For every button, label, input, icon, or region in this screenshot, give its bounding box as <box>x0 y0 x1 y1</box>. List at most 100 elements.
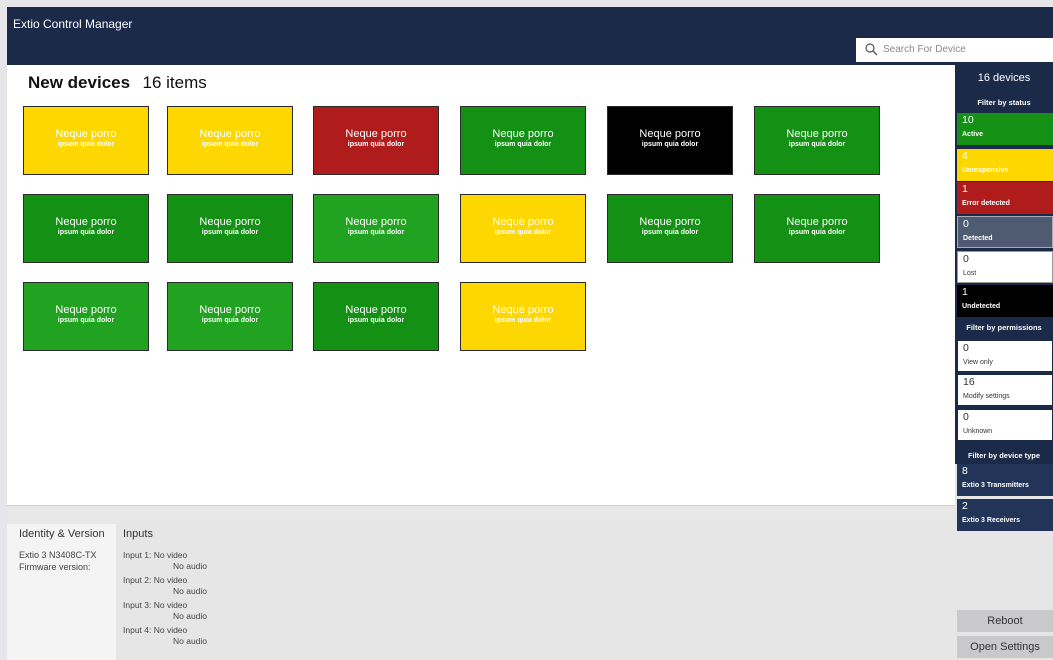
filter-label: Unresponsive <box>962 167 1009 174</box>
device-tile[interactable]: Neque porro ipsum quia dolor <box>23 194 149 263</box>
input-video-status: Input 3: No video <box>123 600 188 610</box>
filter-receivers[interactable]: 2 Extio 3 Receivers <box>957 499 1053 531</box>
filter-detected[interactable]: 0 Detected <box>957 216 1053 248</box>
input-audio-status: No audio <box>173 636 208 646</box>
device-tile[interactable]: Neque porro ipsum quia dolor <box>460 194 586 263</box>
permissions-filter-title: Filter by permissions <box>966 323 1042 332</box>
filter-label: Modify settings <box>963 393 1010 400</box>
filter-label: Detected <box>963 235 993 242</box>
filter-count: 0 <box>963 253 969 265</box>
device-desc: ipsum quia dolor <box>494 141 552 148</box>
device-tile[interactable]: Neque porro ipsum quia dolor <box>607 106 733 175</box>
search-box[interactable] <box>856 38 1053 62</box>
filter-label: Unknown <box>963 428 993 435</box>
device-tile[interactable]: Neque porro ipsum quia dolor <box>167 194 293 263</box>
device-name: Neque porro <box>639 216 701 228</box>
device-name: Neque porro <box>199 128 261 140</box>
filter-count: 0 <box>963 218 969 230</box>
device-name: Neque porro <box>345 216 407 228</box>
device-name: Neque porro <box>492 304 554 316</box>
filter-lost[interactable]: 0 Lost <box>957 251 1053 283</box>
input-audio-status: No audio <box>173 586 208 596</box>
input-video-status: Input 2: No video <box>123 575 188 585</box>
filter-label: Extio 3 Transmitters <box>962 482 1029 489</box>
reboot-button[interactable]: Reboot <box>957 610 1053 632</box>
device-tile[interactable]: Neque porro ipsum quia dolor <box>23 106 149 175</box>
device-details-panel: Identity & Version Extio 3 N3408C-TX Fir… <box>7 524 955 660</box>
input-video-status: Input 1: No video <box>123 550 188 560</box>
device-desc: ipsum quia dolor <box>788 229 846 236</box>
device-tile[interactable]: Neque porro ipsum quia dolor <box>23 282 149 351</box>
filter-count: 0 <box>963 342 969 354</box>
filter-count: 0 <box>963 411 969 423</box>
device-tile[interactable]: Neque porro ipsum quia dolor <box>754 194 880 263</box>
inputs-section: Inputs Input 1: No video No audio Input … <box>116 524 955 660</box>
filter-label: Undetected <box>962 303 1001 310</box>
filter-error-detected[interactable]: 1 Error detected <box>957 182 1053 214</box>
filter-view-only[interactable]: 0 View only <box>957 340 1053 372</box>
open-settings-button[interactable]: Open Settings <box>957 636 1053 658</box>
device-desc: ipsum quia dolor <box>494 229 552 236</box>
device-desc: ipsum quia dolor <box>201 229 259 236</box>
filter-count: 8 <box>962 465 968 477</box>
device-name: Neque porro <box>199 304 261 316</box>
device-desc: ipsum quia dolor <box>201 317 259 324</box>
input-audio-status: No audio <box>173 561 208 571</box>
filter-count: 4 <box>962 150 968 162</box>
device-desc: ipsum quia dolor <box>201 141 259 148</box>
device-name: Neque porro <box>199 216 261 228</box>
device-desc: ipsum quia dolor <box>347 141 405 148</box>
filter-label: Extio 3 Receivers <box>962 517 1020 524</box>
device-tile[interactable]: Neque porro ipsum quia dolor <box>313 194 439 263</box>
device-name: Neque porro <box>55 304 117 316</box>
filter-transmitters[interactable]: 8 Extio 3 Transmitters <box>957 464 1053 496</box>
device-grid-panel: New devices 16 items Neque porro ipsum q… <box>7 65 955 505</box>
device-name: Neque porro <box>55 216 117 228</box>
device-desc: ipsum quia dolor <box>494 317 552 324</box>
search-icon <box>865 43 878 56</box>
page-title: New devices <box>28 73 131 92</box>
device-name: Neque porro <box>492 128 554 140</box>
device-tile[interactable]: Neque porro ipsum quia dolor <box>460 106 586 175</box>
filter-count: 10 <box>962 114 974 126</box>
device-tile[interactable]: Neque porro ipsum quia dolor <box>460 282 586 351</box>
device-desc: ipsum quia dolor <box>57 317 115 324</box>
panel-divider[interactable] <box>7 505 955 524</box>
device-name: Neque porro <box>786 216 848 228</box>
status-filter-title: Filter by status <box>977 98 1031 107</box>
filter-unresponsive[interactable]: 4 Unresponsive <box>957 149 1053 181</box>
device-tile[interactable]: Neque porro ipsum quia dolor <box>167 282 293 351</box>
filter-count: 16 <box>963 376 975 388</box>
device-type-filter-title: Filter by device type <box>967 451 1041 460</box>
device-count: 16 devices <box>977 72 1031 84</box>
device-tile[interactable]: Neque porro ipsum quia dolor <box>167 106 293 175</box>
input-audio-status: No audio <box>173 611 208 621</box>
filter-count: 2 <box>962 500 968 512</box>
device-name: Neque porro <box>345 128 407 140</box>
device-desc: ipsum quia dolor <box>347 229 405 236</box>
input-video-status: Input 4: No video <box>123 625 188 635</box>
filter-label: Error detected <box>962 200 1010 207</box>
firmware-label: Firmware version: <box>19 562 91 572</box>
app-title: Extio Control Manager <box>13 17 133 31</box>
page-heading: New devices 16 items <box>28 73 207 93</box>
device-desc: ipsum quia dolor <box>57 229 115 236</box>
filter-sidebar: 16 devices Filter by status 10 Active 4 … <box>955 65 1053 660</box>
device-tile[interactable]: Neque porro ipsum quia dolor <box>754 106 880 175</box>
device-tile[interactable]: Neque porro ipsum quia dolor <box>313 282 439 351</box>
filter-unknown[interactable]: 0 Unknown <box>957 409 1053 441</box>
filter-label: View only <box>963 359 993 366</box>
device-tile[interactable]: Neque porro ipsum quia dolor <box>607 194 733 263</box>
filter-undetected[interactable]: 1 Undetected <box>957 285 1053 317</box>
device-name: Neque porro <box>55 128 117 140</box>
filter-panel: 16 devices Filter by status 10 Active 4 … <box>955 65 1053 464</box>
inputs-title: Inputs <box>123 528 153 540</box>
filter-active[interactable]: 10 Active <box>957 113 1053 145</box>
search-input[interactable] <box>883 41 1048 58</box>
filter-modify-settings[interactable]: 16 Modify settings <box>957 374 1053 406</box>
device-tile[interactable]: Neque porro ipsum quia dolor <box>313 106 439 175</box>
filter-count: 1 <box>962 183 968 195</box>
top-bar: Extio Control Manager <box>7 7 1053 65</box>
device-desc: ipsum quia dolor <box>641 141 699 148</box>
device-desc: ipsum quia dolor <box>788 141 846 148</box>
